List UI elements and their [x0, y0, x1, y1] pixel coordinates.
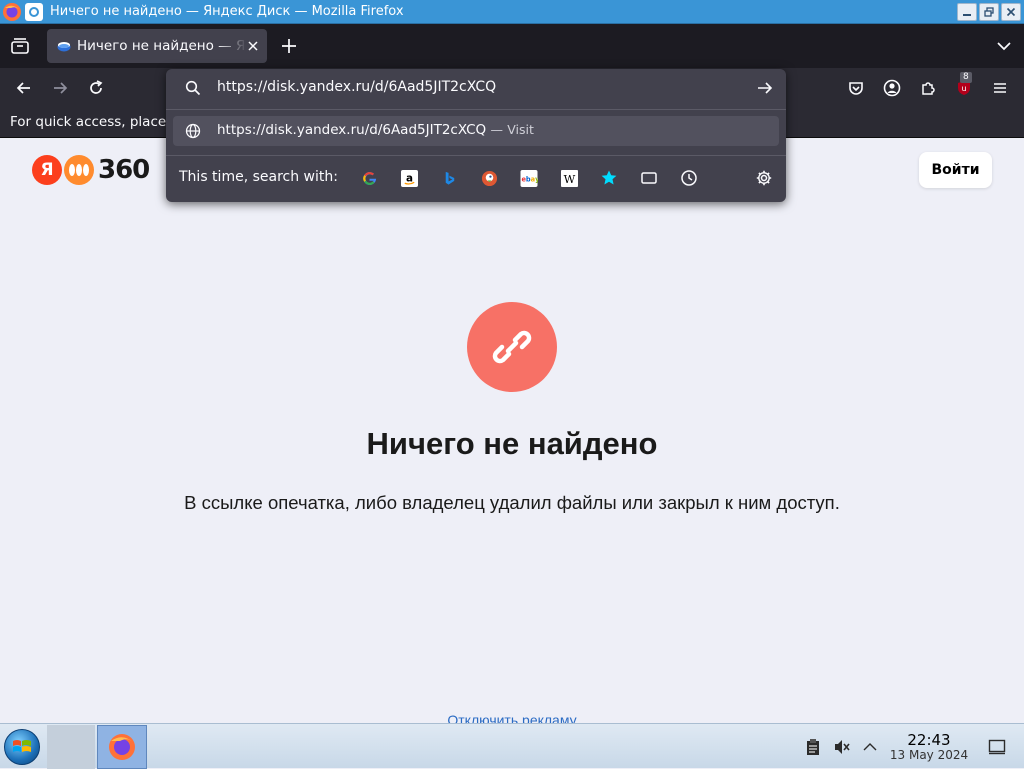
urlbar-input[interactable]: https://disk.yandex.ru/d/6Aad5JIT2cXCQ: [217, 79, 496, 95]
error-subtitle: В ссылке опечатка, либо владелец удалил …: [184, 492, 840, 513]
app-icon: [29, 7, 39, 17]
restore-icon: [984, 7, 994, 17]
tab-yandex-disk[interactable]: Ничего не найдено — Я: [47, 29, 267, 63]
google-icon[interactable]: [360, 169, 378, 187]
bookmarks-hint-text: For quick access, place: [10, 114, 167, 130]
taskbar: 22:43 13 May 2024: [0, 723, 1024, 769]
list-all-tabs-icon[interactable]: [996, 40, 1012, 52]
minimize-button[interactable]: [957, 3, 977, 21]
yandex-360-dots-icon: [64, 155, 94, 185]
globe-icon: [185, 123, 201, 139]
urlbar-result-visit[interactable]: https://disk.yandex.ru/d/6Aad5JIT2cXCQ —…: [173, 116, 779, 146]
extension-badge: 8: [960, 72, 972, 83]
pocket-button[interactable]: [846, 78, 866, 98]
yandex-logo-letter: Я: [32, 155, 62, 185]
tabs-icon[interactable]: [640, 169, 658, 187]
bookmarks-icon[interactable]: [600, 169, 618, 187]
window-titlebar: Ничего не найдено — Яндекс Диск — Mozill…: [0, 0, 1024, 24]
tab-label-fade: [217, 31, 247, 61]
window-title: Ничего не найдено — Яндекс Диск — Mozill…: [50, 4, 404, 19]
bing-icon[interactable]: [440, 169, 458, 187]
clipboard-tray-icon[interactable]: [804, 738, 822, 756]
app-menu-button[interactable]: [990, 78, 1010, 98]
maximize-button[interactable]: [979, 3, 999, 21]
volume-muted-icon[interactable]: [833, 738, 851, 756]
search-icon: [185, 80, 201, 96]
firefox-icon: [109, 734, 135, 760]
reload-icon: [90, 80, 103, 94]
search-with-label: This time, search with:: [179, 169, 338, 185]
disable-ads-link[interactable]: Отключить рекламу: [0, 710, 1024, 723]
start-button[interactable]: [4, 729, 40, 765]
clock-date[interactable]: 13 May 2024: [884, 748, 974, 762]
arrow-right-icon: [54, 82, 68, 94]
close-window-button[interactable]: [1001, 3, 1021, 21]
close-icon: [1006, 7, 1016, 17]
divider: [166, 155, 786, 156]
window-menu-button[interactable]: [25, 3, 43, 21]
account-icon: [883, 79, 901, 97]
svg-text:a: a: [405, 172, 412, 184]
new-tab-icon[interactable]: [280, 37, 298, 55]
firefox-view-icon[interactable]: [10, 38, 30, 54]
error-title: Ничего не найдено: [366, 426, 658, 461]
yandex-disk-favicon-icon: [57, 42, 71, 52]
go-arrow-icon[interactable]: [756, 80, 774, 96]
reload-button[interactable]: [86, 78, 106, 98]
show-hidden-icons-chevron-up-icon[interactable]: [861, 738, 879, 756]
show-desktop-icon[interactable]: [988, 738, 1006, 756]
page-content: Я 360 Войти Ничего не найдено В ссылке о…: [0, 138, 1024, 723]
back-button[interactable]: [14, 78, 34, 98]
taskbar-firefox-button[interactable]: [97, 725, 147, 769]
firefox-icon: [3, 3, 21, 21]
arrow-left-icon: [16, 82, 30, 94]
taskbar-empty-slot[interactable]: [47, 725, 95, 769]
result-action: Visit: [507, 122, 534, 137]
close-tab-icon[interactable]: [246, 39, 260, 53]
divider: [166, 109, 786, 110]
yandex-360-number: 360: [98, 155, 150, 185]
ebay-icon[interactable]: ebay: [520, 169, 538, 187]
login-button[interactable]: Войти: [919, 152, 992, 188]
wikipedia-icon[interactable]: W: [560, 169, 578, 187]
result-text: https://disk.yandex.ru/d/6Aad5JIT2cXCQ —…: [217, 122, 534, 138]
result-separator: —: [490, 122, 503, 137]
minimize-icon: [963, 14, 971, 16]
result-url: https://disk.yandex.ru/d/6Aad5JIT2cXCQ: [217, 122, 487, 138]
urlbar-dropdown: https://disk.yandex.ru/d/6Aad5JIT2cXCQ h…: [166, 69, 786, 202]
svg-text:ebay: ebay: [521, 175, 538, 183]
broken-link-badge: [467, 302, 557, 392]
amazon-icon[interactable]: a: [400, 169, 418, 187]
hamburger-menu-icon: [994, 83, 1006, 93]
account-button[interactable]: [882, 78, 902, 98]
windows-logo-icon: [13, 740, 31, 752]
duckduckgo-icon[interactable]: [480, 169, 498, 187]
puzzle-icon: [922, 82, 935, 95]
broken-link-icon: [492, 330, 532, 364]
search-settings-gear-icon[interactable]: [755, 169, 773, 187]
history-icon[interactable]: [680, 169, 698, 187]
forward-button[interactable]: [50, 78, 70, 98]
ublock-extension-button[interactable]: u 8: [954, 72, 974, 98]
tab-strip: Ничего не найдено — Я: [0, 24, 1024, 68]
svg-text:W: W: [563, 171, 575, 185]
urlbar-input-row[interactable]: https://disk.yandex.ru/d/6Aad5JIT2cXCQ: [166, 69, 786, 107]
pocket-icon: [849, 82, 863, 95]
clock-time[interactable]: 22:43: [890, 731, 968, 749]
svg-text:u: u: [961, 84, 966, 93]
extensions-button[interactable]: [918, 78, 938, 98]
yandex-360-logo[interactable]: Я 360: [32, 153, 150, 187]
